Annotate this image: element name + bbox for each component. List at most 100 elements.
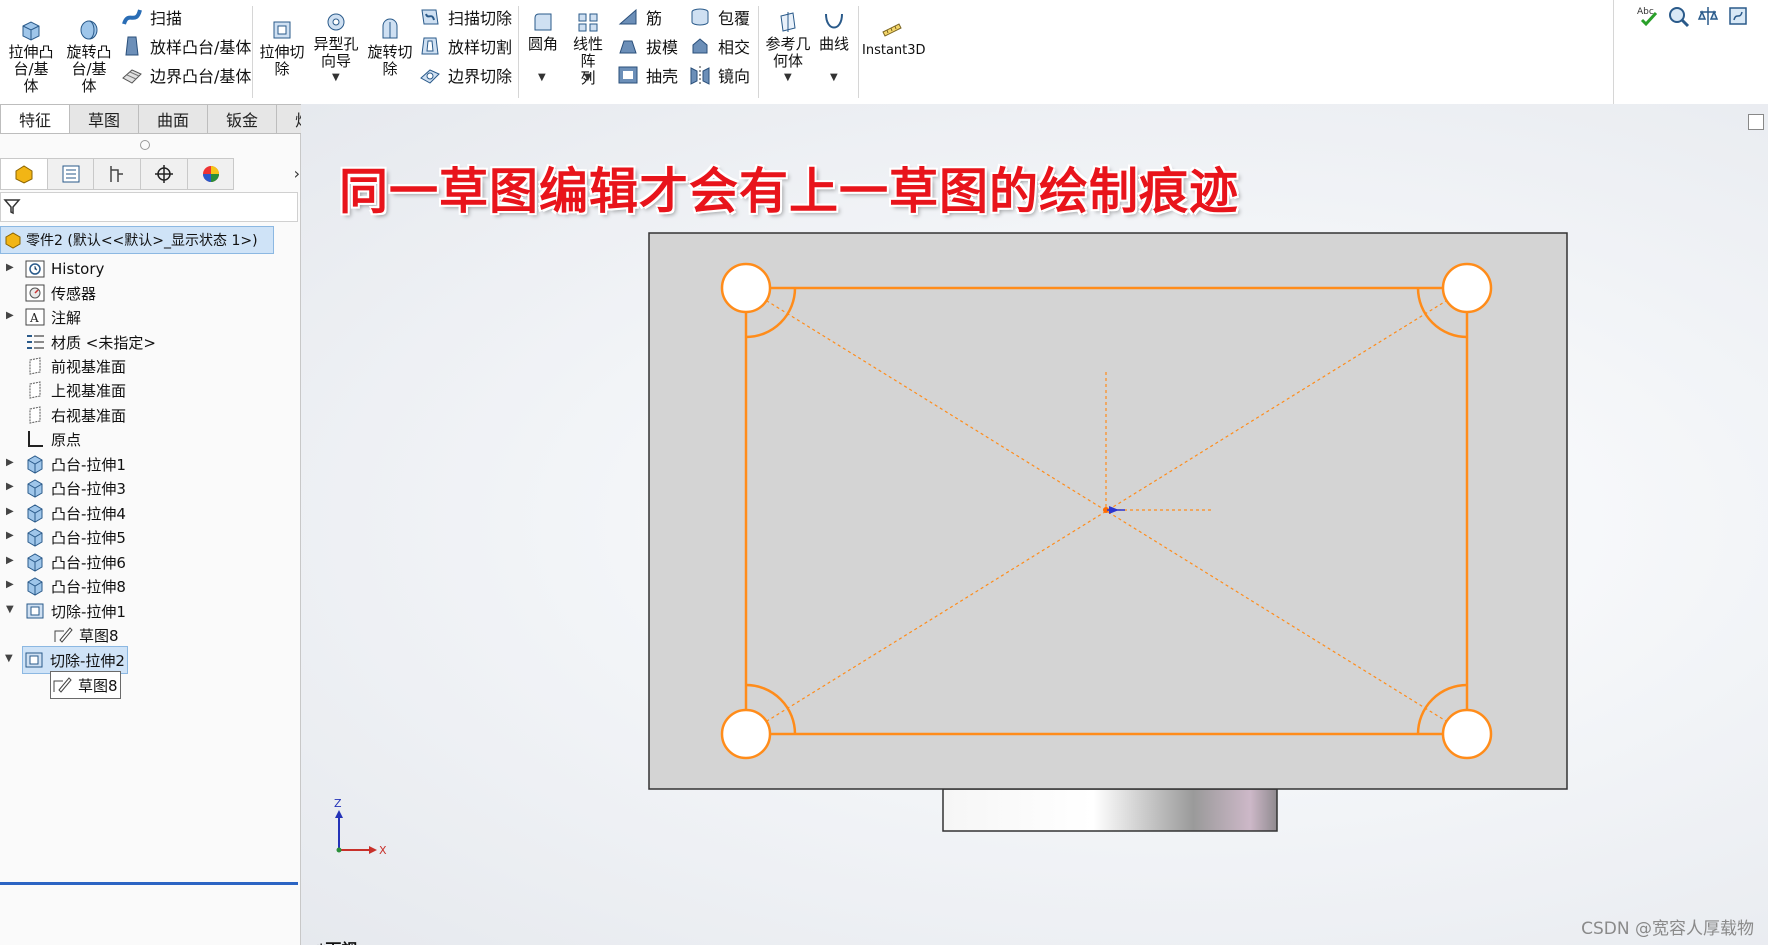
loft-boss-button[interactable]: 放样凸台/基体 — [120, 33, 251, 59]
collapse-arrow-icon[interactable]: ▼ — [6, 604, 14, 615]
extrude-cut-button[interactable]: 拉伸切 除 — [258, 18, 306, 78]
tree-rollback-bar[interactable] — [0, 882, 298, 885]
mirror-button[interactable]: 镜向 — [688, 62, 750, 88]
measure-icon[interactable] — [1666, 4, 1690, 28]
revolve-cut-button[interactable]: 旋转切 除 — [366, 18, 414, 78]
draft-button[interactable]: 拔模 — [616, 33, 678, 59]
extrude-boss-button[interactable]: 拉伸凸 台/基体 — [6, 18, 56, 95]
hole-wizard-label: 异型孔 向导 — [313, 35, 359, 70]
tree-item-right-plane[interactable]: 右视基准面 — [24, 402, 126, 428]
intersect-label: 相交 — [718, 38, 751, 57]
collapse-arrow-icon[interactable]: ▼ — [5, 653, 13, 664]
reference-geometry-button[interactable]: 参考几 何体 — [764, 10, 812, 70]
sweep-icon — [122, 9, 142, 25]
extrude-cut-icon — [273, 21, 291, 39]
fillet-button[interactable]: 圆角 — [524, 10, 562, 53]
section-properties-icon[interactable] — [1726, 4, 1750, 28]
graphics-viewport[interactable]: Z X 同一草图编辑才会有上一草图的绘制痕迹 *下视 CSDN @宽容人厚载物 — [301, 104, 1768, 945]
material-icon — [27, 335, 44, 349]
configuration-manager-tab[interactable] — [94, 158, 142, 190]
feature-manager-panel: › 零件2 (默认<<默认>_显示状态 1>) ▶ History 传感器 ▶ … — [0, 134, 301, 945]
instant3d-button[interactable]: Instant3D — [862, 16, 926, 59]
tree-item-sketch8-editing[interactable]: 草图8 — [50, 671, 121, 699]
expand-arrow-icon[interactable]: ▶ — [6, 555, 14, 566]
annotation-icon: A — [25, 308, 45, 326]
tab-surfaces[interactable]: 曲面 — [139, 104, 209, 134]
curves-dropdown-icon[interactable]: ▼ — [830, 72, 838, 83]
sweep-cut-icon — [421, 9, 439, 25]
curves-button[interactable]: 曲线 — [814, 10, 854, 53]
ribbon-separator — [858, 6, 859, 98]
tree-item-origin[interactable]: 原点 — [24, 426, 81, 452]
property-list-icon — [62, 165, 80, 183]
tree-item-sketch8[interactable]: 草图8 — [52, 622, 119, 648]
tab-sheet-metal[interactable]: 钣金 — [208, 104, 278, 134]
boundary-boss-icon — [122, 69, 142, 84]
tree-item-material[interactable]: 材质 <未指定> — [24, 329, 156, 355]
expand-arrow-icon[interactable]: ▶ — [6, 530, 14, 541]
spell-check-icon[interactable]: Abc — [1636, 4, 1660, 28]
more-tabs-button[interactable]: › — [234, 158, 300, 188]
ribbon-right-tools: Abc — [1613, 0, 1768, 105]
filter-icon — [3, 199, 21, 215]
tree-item-annotations[interactable]: ▶ A 注解 — [6, 304, 81, 330]
tab-sketch[interactable]: 草图 — [70, 104, 140, 134]
svg-text:Abc: Abc — [1637, 7, 1654, 17]
tree-item-boss-extrude8[interactable]: ▶ 凸台-拉伸8 — [6, 573, 126, 599]
property-manager-tab[interactable] — [47, 158, 95, 190]
tree-item-cut-extrude2[interactable]: ▼ 切除-拉伸2 — [5, 646, 128, 674]
tree-item-boss-extrude3[interactable]: ▶ 凸台-拉伸3 — [6, 475, 126, 501]
boundary-boss-label: 边界凸台/基体 — [150, 67, 252, 86]
intersect-button[interactable]: 相交 — [688, 33, 750, 59]
display-manager-tab[interactable] — [187, 158, 235, 190]
tree-item-label: 草图8 — [79, 626, 119, 645]
cut-extrude-icon — [25, 652, 43, 668]
tree-item-sensors[interactable]: 传感器 — [24, 280, 96, 306]
hole-wizard-button[interactable]: 异型孔 向导 — [312, 10, 360, 70]
rib-button[interactable]: 筋 — [616, 4, 662, 30]
tab-features[interactable]: 特征 — [0, 104, 71, 134]
loft-cut-button[interactable]: 放样切割 — [418, 33, 512, 59]
tree-item-history[interactable]: ▶ History — [6, 256, 104, 282]
tree-item-boss-extrude1[interactable]: ▶ 凸台-拉伸1 — [6, 451, 126, 477]
expand-arrow-icon[interactable]: ▶ — [6, 481, 14, 492]
svg-text:A: A — [29, 311, 39, 325]
model-canvas[interactable]: Z X — [301, 104, 1768, 945]
panel-grip-icon[interactable] — [140, 140, 150, 150]
tree-item-front-plane[interactable]: 前视基准面 — [24, 353, 126, 379]
feature-manager-tab[interactable] — [0, 158, 48, 190]
expand-arrow-icon[interactable]: ▶ — [6, 579, 14, 590]
boundary-cut-button[interactable]: 边界切除 — [418, 62, 512, 88]
expand-arrow-icon[interactable]: ▶ — [6, 262, 14, 273]
mass-properties-icon[interactable] — [1696, 4, 1720, 28]
boss-cylinder-side[interactable] — [942, 788, 1278, 832]
tree-root-part[interactable]: 零件2 (默认<<默认>_显示状态 1>) — [0, 226, 274, 254]
fillet-dropdown-icon[interactable]: ▼ — [538, 72, 546, 83]
tree-item-boss-extrude5[interactable]: ▶ 凸台-拉伸5 — [6, 524, 126, 550]
hole-circle-bottom-left[interactable] — [720, 708, 772, 760]
hole-circle-bottom-right[interactable] — [1441, 708, 1493, 760]
tree-item-boss-extrude6[interactable]: ▶ 凸台-拉伸6 — [6, 549, 126, 575]
sweep-button[interactable]: 扫描 — [120, 4, 182, 30]
reference-geometry-icon — [780, 12, 796, 32]
boundary-cut-label: 边界切除 — [448, 67, 513, 86]
reference-geometry-dropdown-icon[interactable]: ▼ — [784, 72, 792, 83]
expand-arrow-icon[interactable]: ▶ — [6, 457, 14, 468]
sweep-cut-button[interactable]: 扫描切除 — [418, 4, 512, 30]
hole-circle-top-left[interactable] — [720, 262, 772, 314]
tree-item-label: 凸台-拉伸8 — [51, 577, 126, 596]
tree-item-top-plane[interactable]: 上视基准面 — [24, 377, 126, 403]
hole-wizard-dropdown-icon[interactable]: ▼ — [332, 72, 340, 83]
shell-button[interactable]: 抽壳 — [616, 62, 678, 88]
wrap-button[interactable]: 包覆 — [688, 4, 750, 30]
tree-filter-field[interactable] — [0, 192, 298, 222]
hole-circle-top-right[interactable] — [1441, 262, 1493, 314]
revolve-boss-button[interactable]: 旋转凸 台/基体 — [64, 18, 114, 95]
dimxpert-manager-tab[interactable] — [141, 158, 188, 190]
boundary-boss-button[interactable]: 边界凸台/基体 — [120, 62, 251, 88]
expand-arrow-icon[interactable]: ▶ — [6, 310, 14, 321]
linear-pattern-dropdown-icon[interactable]: ▼ — [584, 72, 592, 83]
expand-arrow-icon[interactable]: ▶ — [6, 506, 14, 517]
tree-item-cut-extrude1[interactable]: ▼ 切除-拉伸1 — [6, 598, 126, 624]
tree-item-boss-extrude4[interactable]: ▶ 凸台-拉伸4 — [6, 500, 126, 526]
